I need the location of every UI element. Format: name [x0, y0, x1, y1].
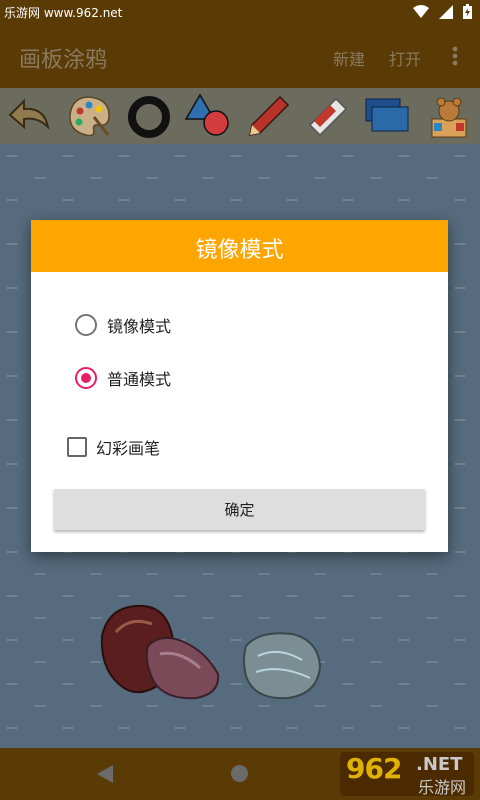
wifi-icon: [413, 4, 429, 18]
status-bar: 乐游网 www.962.net: [0, 0, 480, 24]
radio-option-mirror[interactable]: 镜像模式: [75, 310, 171, 340]
tool-toolbar: [0, 88, 480, 144]
rainbow-brush-checkbox[interactable]: 幻彩画笔: [67, 432, 160, 462]
radio-checked-icon[interactable]: [75, 367, 97, 389]
app-bar: 画板涂鸦 新建 打开: [0, 24, 480, 88]
watermark-logo: 962 .NET 乐游网: [340, 752, 474, 796]
confirm-button[interactable]: 确定: [54, 489, 425, 530]
home-icon[interactable]: [231, 765, 248, 782]
new-button[interactable]: 新建: [333, 46, 365, 70]
radio-label: 镜像模式: [107, 317, 172, 336]
watermark-name: 乐游网: [418, 778, 467, 796]
eraser-icon[interactable]: [302, 91, 352, 141]
stones-image: [100, 604, 322, 700]
pencil-icon[interactable]: [244, 91, 294, 141]
ring-icon[interactable]: [124, 91, 174, 141]
app-title: 画板涂鸦: [19, 48, 108, 73]
watermark-suffix: .NET: [416, 754, 463, 775]
open-button[interactable]: 打开: [389, 46, 421, 70]
status-icons: [413, 4, 472, 19]
palette-icon[interactable]: [64, 91, 114, 141]
radio-unchecked-icon[interactable]: [75, 314, 97, 336]
shapes-icon[interactable]: [182, 91, 232, 141]
radio-option-normal[interactable]: 普通模式: [75, 363, 171, 393]
checkbox-label: 幻彩画笔: [96, 439, 161, 458]
teddy-bear-icon[interactable]: [424, 91, 474, 141]
layers-icon[interactable]: [362, 91, 412, 141]
back-icon[interactable]: [97, 765, 113, 783]
more-vert-icon[interactable]: [448, 44, 462, 68]
battery-icon: [463, 4, 472, 19]
dialog-title: 镜像模式: [195, 238, 284, 263]
signal-icon: [439, 4, 453, 19]
radio-label: 普通模式: [107, 370, 172, 389]
watermark-number: 962: [346, 752, 402, 785]
dialog-header: 镜像模式: [31, 220, 448, 272]
undo-arrow-icon[interactable]: [4, 91, 54, 141]
checkbox-icon[interactable]: [67, 437, 87, 457]
mirror-mode-dialog: 镜像模式 镜像模式 普通模式 幻彩画笔 确定: [31, 220, 448, 552]
watermark-text: 乐游网 www.962.net: [4, 6, 123, 20]
